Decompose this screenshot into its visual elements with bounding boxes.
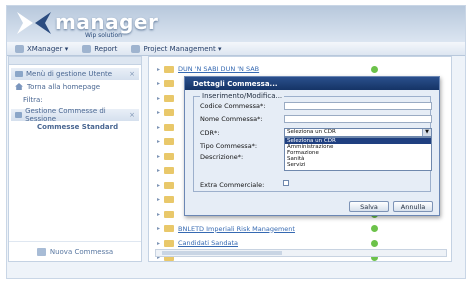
- sidebar-home-label: Torna alla homepage: [27, 82, 101, 91]
- status-ok-icon: [371, 65, 378, 73]
- logo-icon: [17, 12, 51, 34]
- descrizione-label: Descrizione*:: [200, 153, 244, 161]
- nome-label: Nome Commessa*:: [200, 115, 263, 123]
- extra-commerciale-checkbox[interactable]: [283, 180, 289, 186]
- logo-title: manager: [55, 10, 159, 34]
- commessa-link[interactable]: Candidati Sandata: [178, 239, 238, 247]
- collapse-icon[interactable]: ×: [129, 70, 135, 78]
- cdr-select-value: Seleziona un CDR: [287, 129, 336, 135]
- new-commessa-button[interactable]: Nuova Commessa: [9, 241, 141, 261]
- menu-report[interactable]: Report: [82, 44, 118, 53]
- status-ok-icon: [371, 239, 378, 247]
- commessa-link[interactable]: DUN 'N SABI DUN 'N SAB: [178, 65, 259, 73]
- status-ok-icon: [371, 225, 378, 232]
- expand-arrow-icon[interactable]: ▸: [157, 66, 160, 73]
- scrollbar-thumb[interactable]: [162, 251, 282, 255]
- menu-project-management[interactable]: Project Management ▾: [131, 44, 222, 53]
- folder-icon: [164, 152, 175, 160]
- save-button[interactable]: Salva: [349, 201, 389, 212]
- home-icon: [15, 83, 23, 90]
- commesse-icon: [15, 112, 23, 118]
- expand-arrow-icon[interactable]: ▸: [157, 182, 160, 189]
- sidebar-section-utente[interactable]: Menù di gestione Utente ×: [11, 68, 139, 80]
- codice-label: Codice Commessa*:: [200, 102, 266, 110]
- sidebar-item-home[interactable]: Torna alla homepage: [9, 80, 141, 93]
- form-fieldset: Inserimento/Modifica... Codice Commessa*…: [193, 92, 432, 192]
- codice-input[interactable]: [284, 102, 432, 110]
- expand-arrow-icon[interactable]: ▸: [157, 109, 160, 116]
- dialog-title: Dettagli Commessa...: [185, 77, 439, 90]
- folder-icon: [164, 167, 175, 174]
- folder-icon: [164, 210, 175, 218]
- menu-bar: XManager ▾ Report Project Management ▾: [7, 42, 465, 56]
- user-menu-icon: [15, 71, 23, 77]
- folder-icon: [164, 80, 175, 87]
- sidebar-collapse-bar[interactable]: [9, 57, 141, 65]
- report-icon: [82, 44, 92, 53]
- add-icon: [36, 247, 46, 256]
- folder-icon: [164, 138, 175, 145]
- sidebar-section-2-label: Gestione Commesse di Sessione: [25, 107, 106, 123]
- folder-icon: [164, 239, 175, 247]
- sidebar-item-filtra[interactable]: Filtra:: [9, 93, 141, 106]
- folder-icon: [164, 109, 175, 116]
- commessa-link[interactable]: BNLETD Imperiali Risk Management: [178, 225, 295, 233]
- app-header: manager Wip solution: [7, 6, 465, 42]
- folder-icon: [164, 196, 175, 203]
- cdr-select[interactable]: Seleziona un CDR ▼: [284, 128, 432, 137]
- collapse-icon[interactable]: ×: [129, 111, 135, 119]
- expand-arrow-icon[interactable]: ▸: [157, 240, 160, 247]
- chevron-down-icon[interactable]: ▼: [422, 129, 431, 136]
- expand-arrow-icon[interactable]: ▸: [157, 211, 160, 218]
- expand-arrow-icon[interactable]: ▸: [157, 153, 160, 160]
- folder-icon: [164, 123, 175, 131]
- expand-arrow-icon[interactable]: ▸: [157, 167, 160, 174]
- cdr-label: CDR*:: [200, 129, 220, 137]
- xmanager-icon: [15, 44, 24, 53]
- folder-icon: [164, 65, 175, 73]
- logo-subtitle: Wip solution: [85, 32, 122, 39]
- folder-icon: [164, 181, 175, 189]
- cancel-button[interactable]: Annulla: [393, 201, 433, 212]
- menu-project-label: Project Management ▾: [143, 44, 222, 53]
- sidebar-section-label: Menù di gestione Utente: [26, 70, 113, 78]
- cdr-option[interactable]: Servizi: [285, 162, 431, 168]
- cdr-dropdown: Seleziona un CDR Amministrazione Formazi…: [284, 137, 432, 171]
- fieldset-legend: Inserimento/Modifica...: [200, 92, 285, 100]
- expand-arrow-icon[interactable]: ▸: [157, 138, 160, 145]
- extra-label: Extra Commerciale:: [200, 181, 265, 189]
- menu-xmanager-label: XManager ▾: [27, 44, 69, 53]
- expand-arrow-icon[interactable]: ▸: [157, 196, 160, 203]
- horizontal-scrollbar[interactable]: [155, 249, 447, 257]
- menu-xmanager[interactable]: XManager ▾: [15, 44, 69, 53]
- new-commessa-label: Nuova Commessa: [49, 247, 114, 256]
- sidebar-section-commesse[interactable]: Gestione Commesse di Sessione ×: [11, 107, 139, 123]
- folder-icon: [164, 225, 175, 232]
- expand-arrow-icon[interactable]: ▸: [157, 225, 160, 232]
- expand-arrow-icon[interactable]: ▸: [157, 80, 160, 87]
- nome-input[interactable]: [284, 115, 432, 123]
- commessa-dialog: Dettagli Commessa... Inserimento/Modific…: [184, 76, 440, 216]
- sidebar: Menù di gestione Utente × Torna alla hom…: [8, 56, 142, 262]
- expand-arrow-icon[interactable]: ▸: [157, 124, 160, 131]
- tipo-label: Tipo Commessa*:: [200, 142, 258, 150]
- project-icon: [131, 44, 141, 53]
- sidebar-filtra-label: Filtra:: [23, 95, 43, 104]
- expand-arrow-icon[interactable]: ▸: [157, 95, 160, 102]
- folder-icon: [164, 94, 175, 102]
- menu-report-label: Report: [94, 44, 118, 53]
